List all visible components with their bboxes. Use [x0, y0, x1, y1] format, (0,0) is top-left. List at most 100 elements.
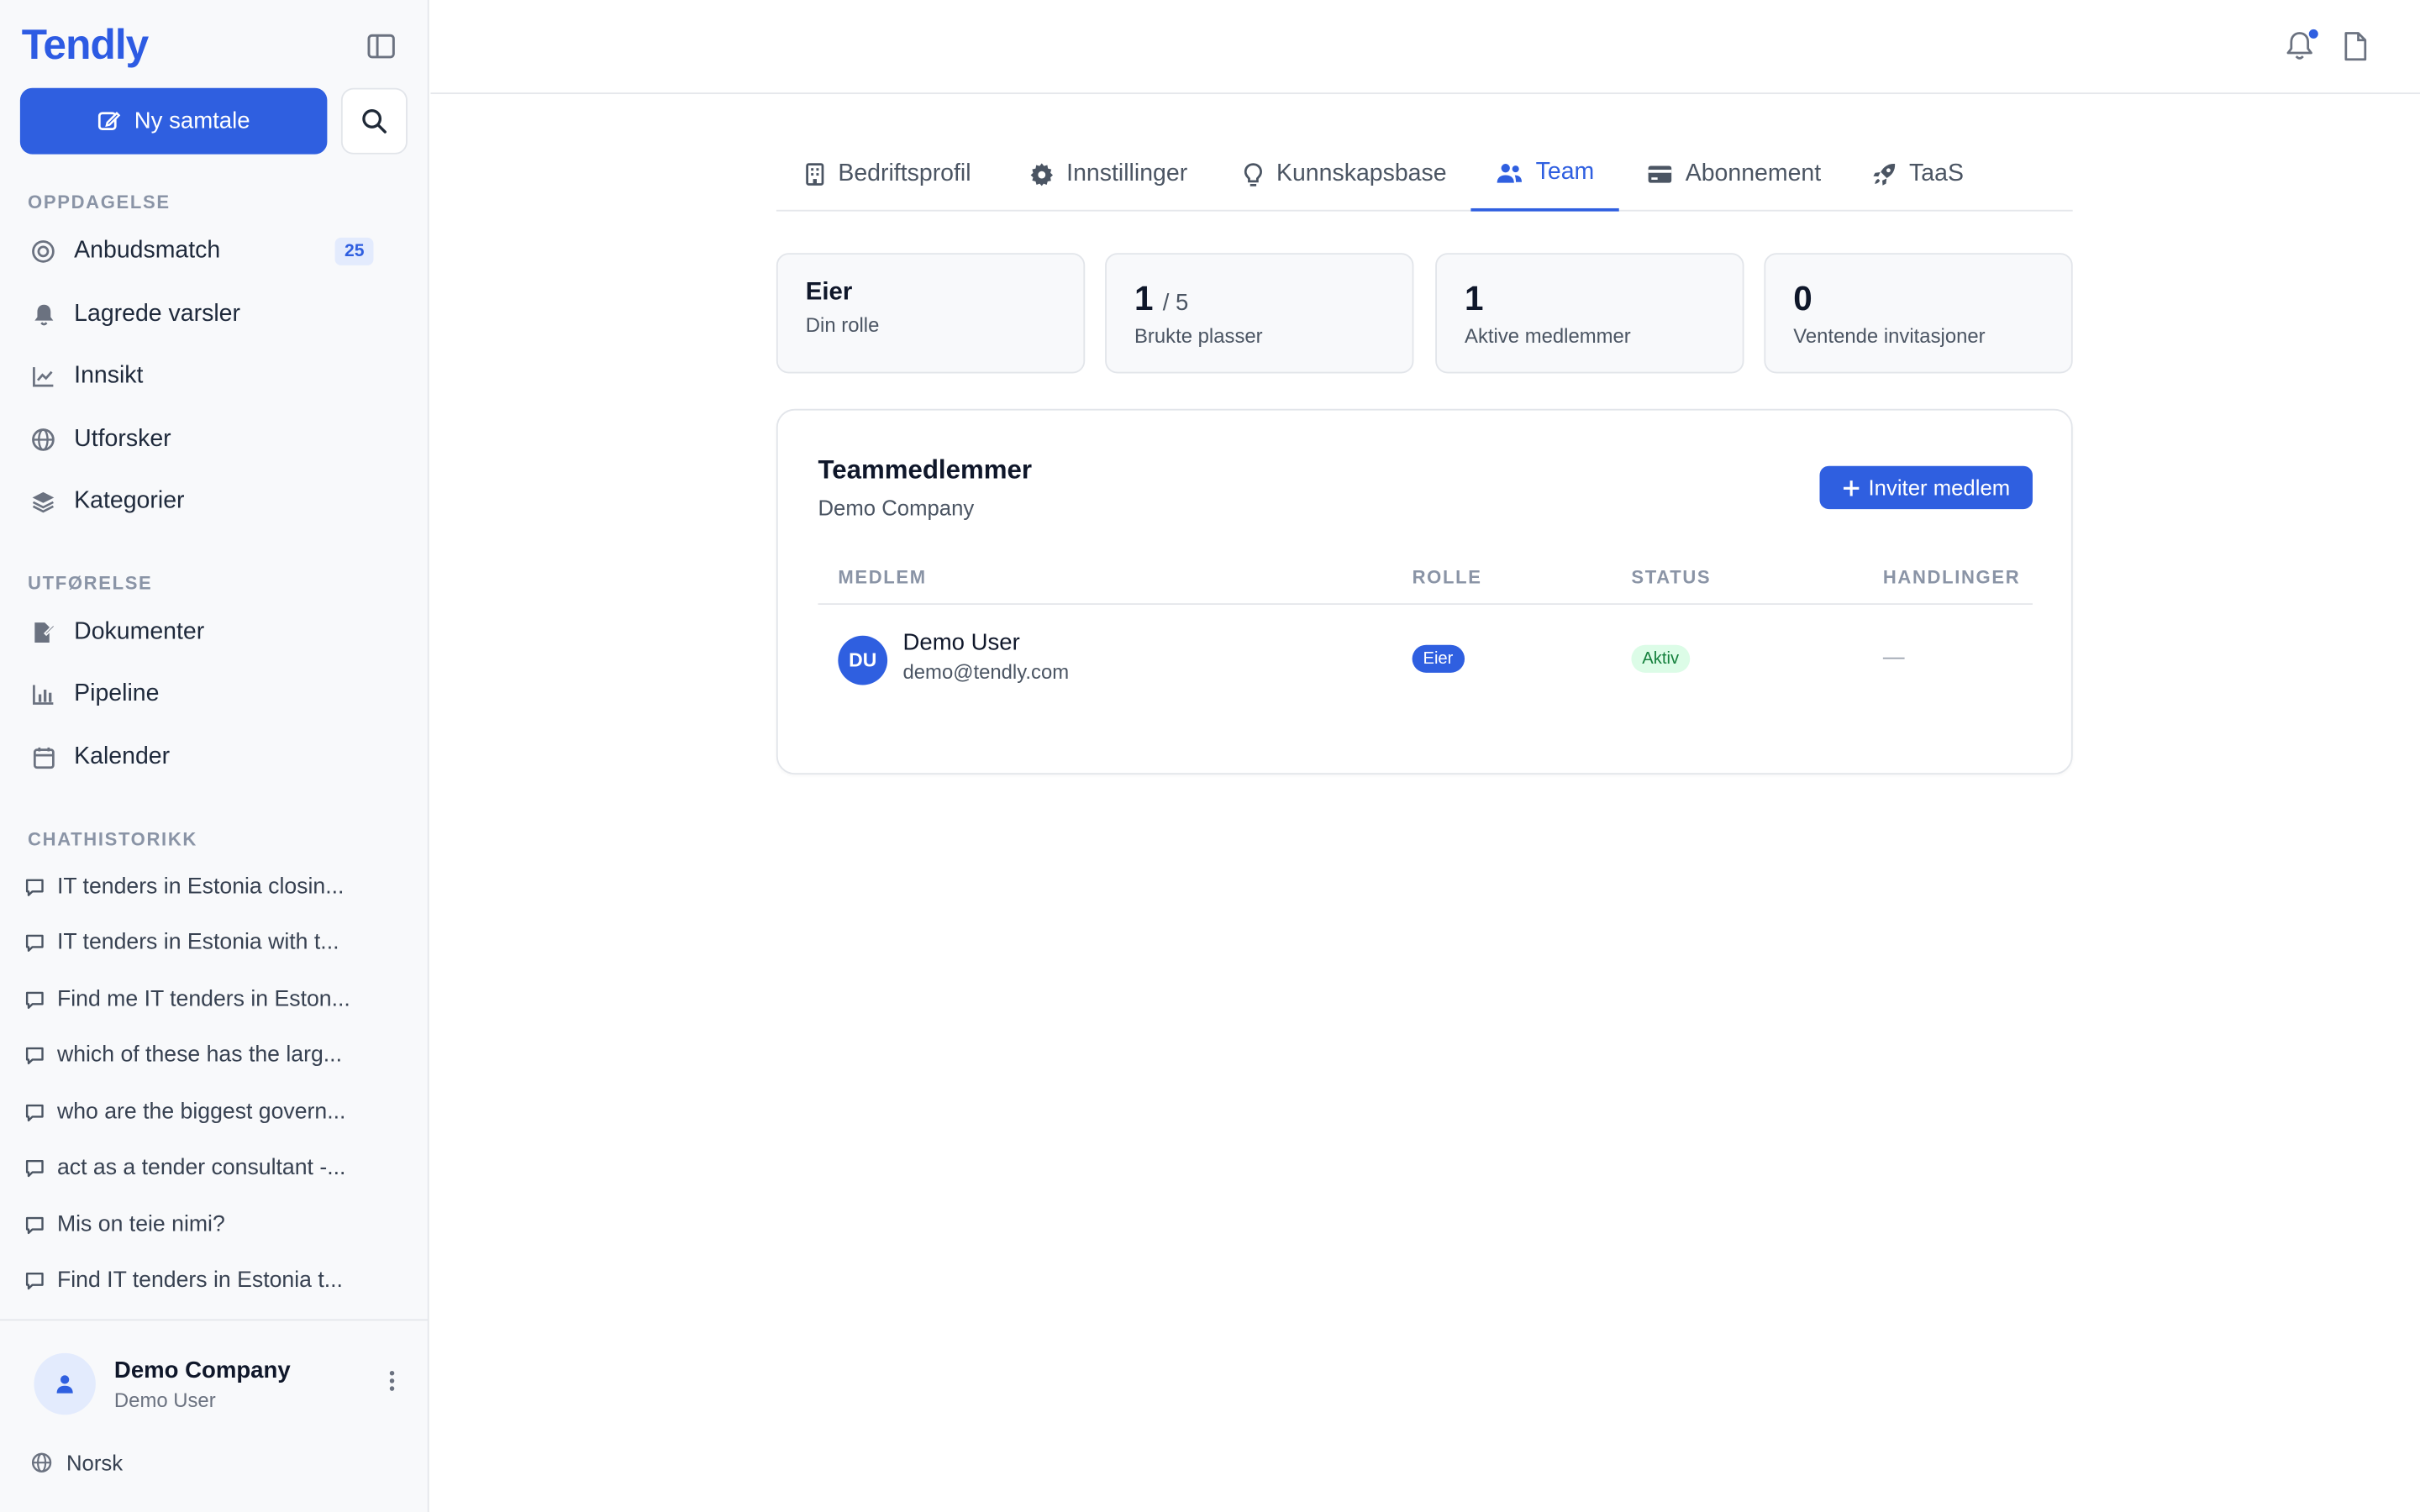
- chat-history-item[interactable]: which of these has the larg...: [13, 1032, 405, 1079]
- stat-value: Eier: [805, 279, 853, 306]
- notifications-bell-icon[interactable]: [2284, 28, 2320, 63]
- document-icon[interactable]: [2341, 31, 2372, 62]
- message-icon: [13, 990, 57, 1010]
- credit-card-icon: [1647, 164, 1673, 186]
- bar-chart-icon: [13, 682, 74, 706]
- message-icon: [13, 1271, 57, 1291]
- more-vertical-icon[interactable]: [380, 1370, 404, 1398]
- chat-history-item[interactable]: IT tenders in Estonia closin...: [13, 864, 405, 911]
- invite-member-label: Inviter medlem: [1868, 475, 2011, 501]
- status-badge: Aktiv: [1631, 644, 1690, 673]
- avatar[interactable]: [34, 1352, 96, 1415]
- stat-value: 1: [1465, 279, 1484, 318]
- profile-company-name: Demo Company: [113, 1357, 291, 1384]
- tab-team[interactable]: Team: [1470, 137, 1619, 212]
- actions-placeholder: —: [1882, 643, 1905, 669]
- chat-history-label: act as a tender consultant -...: [56, 1155, 346, 1181]
- search-icon: [361, 108, 387, 134]
- chat-history-label: IT tenders in Estonia with t...: [56, 930, 339, 955]
- users-icon: [1496, 161, 1523, 185]
- profile-user-name: Demo User: [113, 1389, 216, 1412]
- chat-history-item[interactable]: act as a tender consultant -...: [13, 1145, 405, 1191]
- role-badge: Eier: [1412, 644, 1465, 673]
- team-members-card: Teammedlemmer Demo Company Inviter medle…: [776, 408, 2073, 775]
- table-header-divider: [818, 603, 2033, 605]
- stat-label: Aktive medlemmer: [1465, 323, 1631, 348]
- top-bar: [430, 0, 2420, 95]
- chat-history-label: who are the biggest govern...: [56, 1100, 346, 1125]
- sidebar-item-lagrede-varsler[interactable]: Lagrede varsler: [13, 287, 405, 343]
- message-icon: [13, 1045, 57, 1065]
- message-icon: [13, 932, 57, 953]
- message-icon: [13, 1102, 57, 1122]
- member-avatar: DU: [838, 635, 888, 685]
- sidebar-item-utforsker[interactable]: Utforsker: [13, 412, 405, 467]
- tab-label: Kunnskapsbase: [1276, 160, 1447, 187]
- tab-label: Team: [1535, 159, 1595, 186]
- sidebar-item-label: Kategorier: [74, 487, 185, 514]
- sidebar-toggle-icon[interactable]: [364, 31, 397, 62]
- sidebar-item-kategorier[interactable]: Kategorier: [13, 474, 405, 529]
- bell-icon: [13, 302, 74, 327]
- sidebar-divider: [0, 1319, 429, 1321]
- column-header-member: MEDLEM: [838, 566, 927, 588]
- app-logo[interactable]: Tendly: [22, 22, 150, 70]
- tab-kunnskapsbase[interactable]: Kunnskapsbase: [1243, 137, 1447, 211]
- new-chat-button[interactable]: Ny samtale: [19, 87, 328, 155]
- notification-dot: [2307, 28, 2320, 40]
- invite-member-button[interactable]: Inviter medlem: [1819, 465, 2033, 510]
- chat-history-item[interactable]: who are the biggest govern...: [13, 1089, 405, 1136]
- stat-label: Din rolle: [805, 312, 880, 337]
- search-button[interactable]: [340, 87, 408, 155]
- chat-history-label: Find IT tenders in Estonia t...: [56, 1268, 343, 1294]
- globe-icon: [31, 1452, 53, 1473]
- sidebar-item-dokumenter[interactable]: Dokumenter: [13, 605, 405, 660]
- chart-line-icon: [13, 364, 74, 388]
- user-icon: [54, 1373, 76, 1395]
- chat-history-item[interactable]: Find IT tenders in Estonia t...: [13, 1257, 405, 1304]
- sidebar-item-label: Pipeline: [74, 680, 160, 707]
- file-edit-icon: [13, 620, 74, 644]
- column-header-actions: HANDLINGER: [1882, 566, 2021, 588]
- stat-card-seats: 1 / 5 Brukte plasser: [1105, 253, 1414, 374]
- message-icon: [13, 1215, 57, 1235]
- stat-card-active-members: 1 Aktive medlemmer: [1435, 253, 1744, 374]
- edit-icon: [97, 109, 121, 133]
- sidebar-item-anbudsmatch[interactable]: Anbudsmatch 25: [13, 223, 405, 279]
- tab-label: Abonnement: [1685, 160, 1822, 187]
- seats-used: 1: [1134, 279, 1154, 318]
- language-label: Norsk: [66, 1450, 124, 1475]
- lightbulb-icon: [1243, 161, 1265, 187]
- chat-history-item[interactable]: IT tenders in Estonia with t...: [13, 920, 405, 966]
- sidebar-item-label: Kalender: [74, 743, 171, 770]
- chat-history-label: Find me IT tenders in Eston...: [56, 987, 350, 1012]
- sidebar-item-label: Dokumenter: [74, 618, 205, 645]
- card-title: Teammedlemmer: [818, 454, 1033, 485]
- tab-abonnement[interactable]: Abonnement: [1647, 137, 1821, 211]
- calendar-icon: [13, 745, 74, 769]
- sidebar-item-label: Innsikt: [74, 362, 144, 389]
- tab-label: Bedriftsprofil: [838, 160, 971, 187]
- stat-card-role: Eier Din rolle: [776, 253, 1086, 374]
- rocket-icon: [1872, 162, 1897, 186]
- tab-bedriftsprofil[interactable]: Bedriftsprofil: [804, 137, 971, 211]
- language-selector[interactable]: Norsk: [31, 1451, 123, 1475]
- member-email: demo@tendly.com: [902, 660, 1070, 684]
- sidebar: Tendly Ny samtale OPPDAGELSE Anbudsmatch…: [0, 0, 429, 1512]
- tab-taas[interactable]: TaaS: [1872, 137, 1964, 211]
- sidebar-item-pipeline[interactable]: Pipeline: [13, 666, 405, 722]
- plus-icon: [1842, 479, 1859, 496]
- globe-icon: [13, 428, 74, 452]
- stat-value: 1 / 5: [1134, 279, 1188, 319]
- chat-history-label: IT tenders in Estonia closin...: [56, 874, 345, 900]
- seats-total: / 5: [1162, 290, 1189, 317]
- gear-icon: [1029, 162, 1054, 186]
- sidebar-item-kalender[interactable]: Kalender: [13, 730, 405, 785]
- new-chat-label: Ny samtale: [134, 108, 250, 134]
- sidebar-item-innsikt[interactable]: Innsikt: [13, 349, 405, 404]
- layers-icon: [13, 489, 74, 513]
- chat-history-item[interactable]: Find me IT tenders in Eston...: [13, 977, 405, 1023]
- tab-innstillinger[interactable]: Innstillinger: [1029, 137, 1187, 211]
- target-icon: [13, 239, 74, 264]
- chat-history-item[interactable]: Mis on teie nimi?: [13, 1202, 405, 1248]
